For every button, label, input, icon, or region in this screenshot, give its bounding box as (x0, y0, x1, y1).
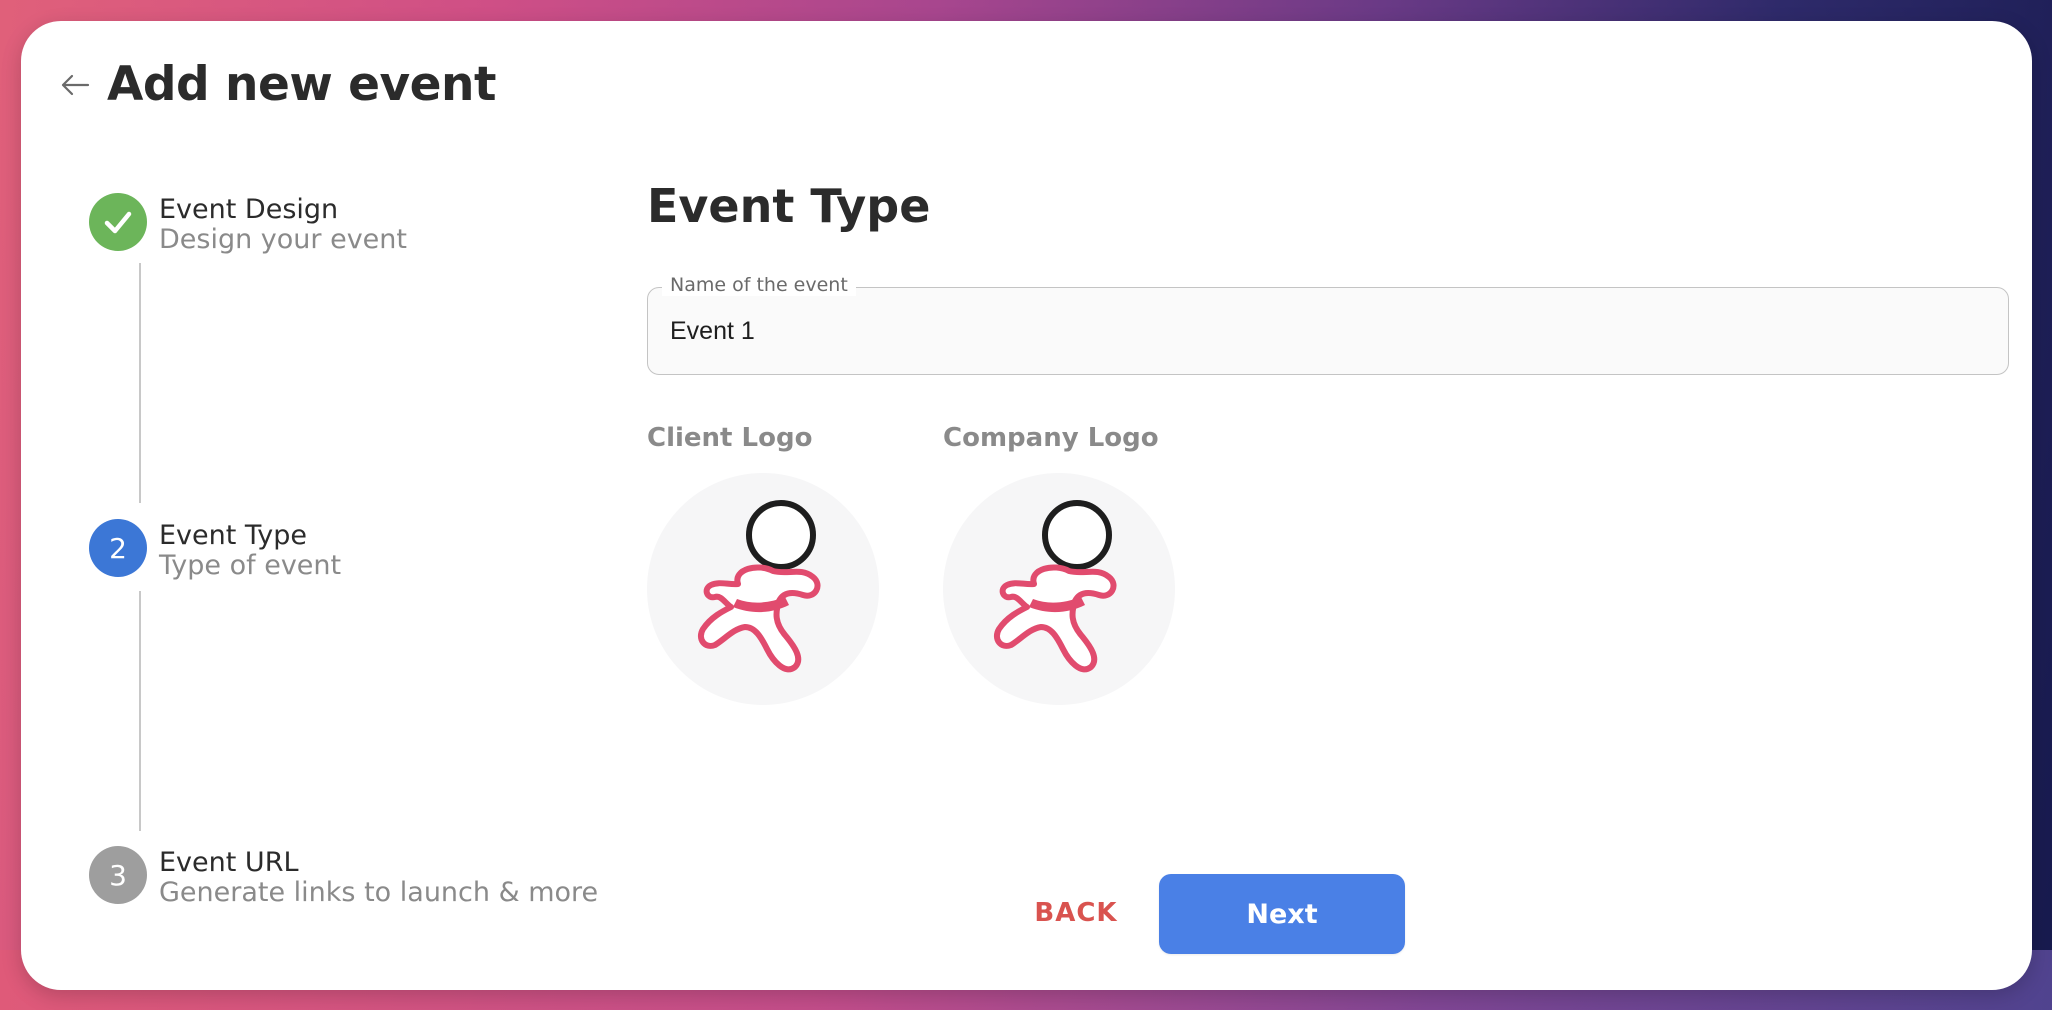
page-header: Add new event (59, 57, 496, 112)
step-connector (139, 591, 141, 831)
stepper: Event Design Design your event 2 Event T… (89, 171, 609, 911)
page-title: Add new event (107, 57, 496, 112)
section-title: Event Type (647, 179, 931, 233)
client-logo-block: Client Logo (647, 423, 879, 705)
step-event-url[interactable]: 3 Event URL Generate links to launch & m… (89, 846, 598, 908)
step-connector (139, 263, 141, 503)
step-title: Event URL (159, 847, 299, 878)
step-subtitle: Design your event (159, 224, 407, 255)
client-logo-upload[interactable] (647, 473, 879, 705)
step-subtitle: Generate links to launch & more (159, 877, 599, 908)
wizard-card: Add new event Event Design Design your e… (21, 21, 2032, 990)
running-person-icon (697, 500, 821, 673)
check-icon (104, 211, 132, 234)
step-number-indicator: 3 (89, 846, 147, 904)
client-logo-label: Client Logo (647, 423, 813, 453)
event-name-label: Name of the event (662, 274, 856, 296)
step-number-indicator: 2 (89, 519, 147, 577)
back-button[interactable]: BACK (1011, 877, 1141, 949)
company-logo-upload[interactable] (943, 473, 1175, 705)
step-event-type[interactable]: 2 Event Type Type of event (89, 519, 341, 581)
event-name-field: Name of the event (647, 274, 2009, 375)
next-button[interactable]: Next (1159, 874, 1405, 954)
back-arrow-icon[interactable] (59, 69, 91, 101)
company-logo-block: Company Logo (943, 423, 1175, 705)
step-check-indicator (89, 193, 147, 251)
step-subtitle: Type of event (159, 550, 342, 581)
step-event-design[interactable]: Event Design Design your event (89, 193, 407, 255)
running-person-icon (993, 500, 1117, 673)
event-name-input[interactable] (670, 306, 1970, 356)
company-logo-label: Company Logo (943, 423, 1159, 453)
step-title: Event Design (159, 194, 339, 225)
step-title: Event Type (159, 520, 307, 551)
